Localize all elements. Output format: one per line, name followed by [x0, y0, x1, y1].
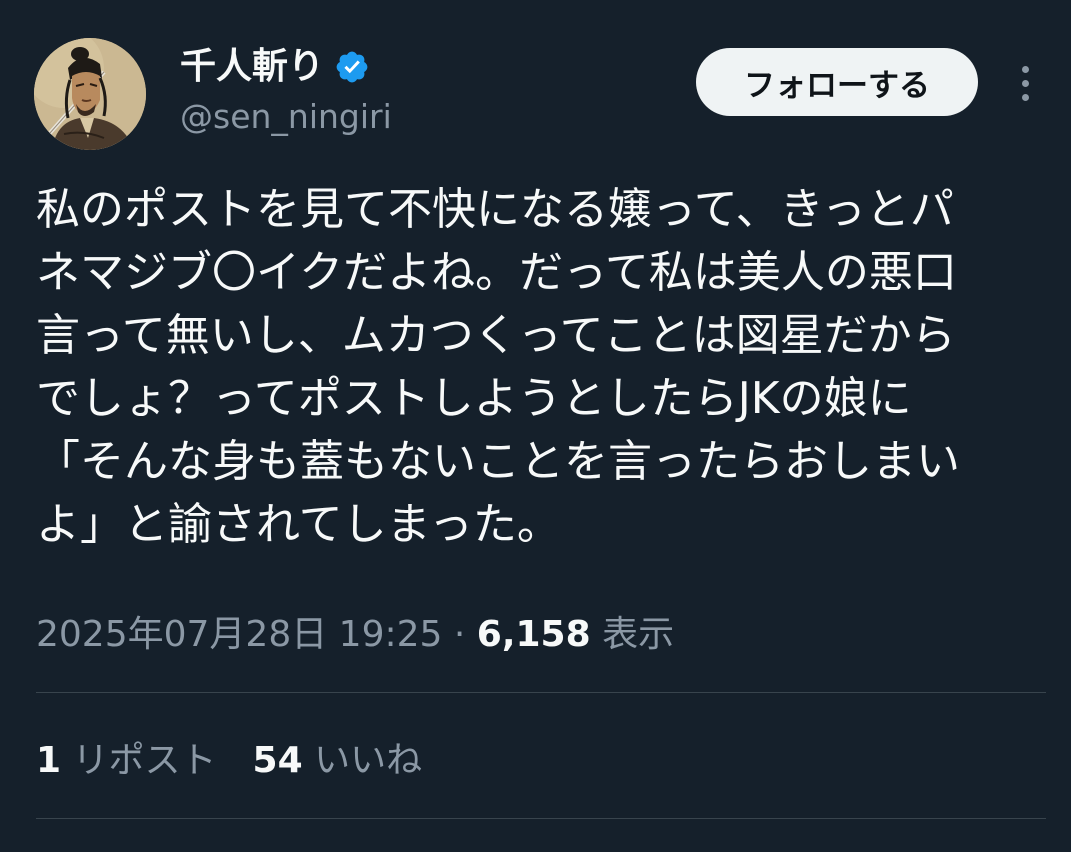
post-line: 言って無いし、ムカつくってことは図星だから — [36, 310, 956, 361]
author-handle[interactable]: @sen_ningiri — [180, 95, 392, 139]
tweet-card: 千人斬り @sen_ningiri フォローする 私のポストを見て不快になる嬢っ… — [0, 0, 1071, 852]
likes-stat[interactable]: 54 いいね — [253, 740, 423, 781]
reposts-count: 1 — [36, 740, 62, 781]
post-body: 私のポストを見て不快になる嬢って、きっとパ ネマジブ〇イクだよね。だって私は美人… — [36, 178, 1046, 556]
dot — [1021, 79, 1029, 87]
post-line: 私のポストを見て不快になる嬢って、きっとパ — [36, 184, 954, 235]
post-line: よ」と諭されてしまった。 — [36, 499, 561, 550]
likes-label: いいね — [302, 740, 423, 781]
post-line: 「そんな身も蓋もないことを言ったらおしまい — [36, 436, 960, 487]
avatar[interactable] — [34, 38, 146, 150]
reposts-stat[interactable]: 1 リポスト — [36, 740, 217, 781]
views-label: 表示 — [590, 614, 675, 655]
dot — [1021, 65, 1029, 73]
dot — [1021, 93, 1029, 101]
post-timestamp[interactable]: 2025年07月28日 19:25 — [36, 614, 442, 655]
post-line: でしょ？ってポストしようとしたらJKの娘に — [36, 373, 912, 424]
display-name[interactable]: 千人斬り — [180, 44, 324, 90]
engagement-stats: 1 リポスト 54 いいね — [36, 734, 422, 788]
likes-count: 54 — [252, 740, 303, 781]
follow-button[interactable]: フォローする — [696, 48, 978, 116]
divider — [36, 692, 1046, 693]
author-name-row[interactable]: 千人斬り — [180, 44, 370, 90]
post-meta: 2025年07月28日 19:25 · 6,158 表示 — [36, 608, 674, 662]
post-line: ネマジブ〇イクだよね。だって私は美人の悪口 — [36, 247, 957, 298]
verified-badge-icon — [336, 51, 368, 83]
reposts-label: リポスト — [61, 740, 217, 781]
divider — [36, 818, 1046, 819]
samurai-portrait-icon — [34, 38, 146, 150]
meta-separator: · — [442, 614, 477, 655]
more-options-icon[interactable] — [1005, 58, 1045, 108]
views-count: 6,158 — [476, 614, 591, 655]
